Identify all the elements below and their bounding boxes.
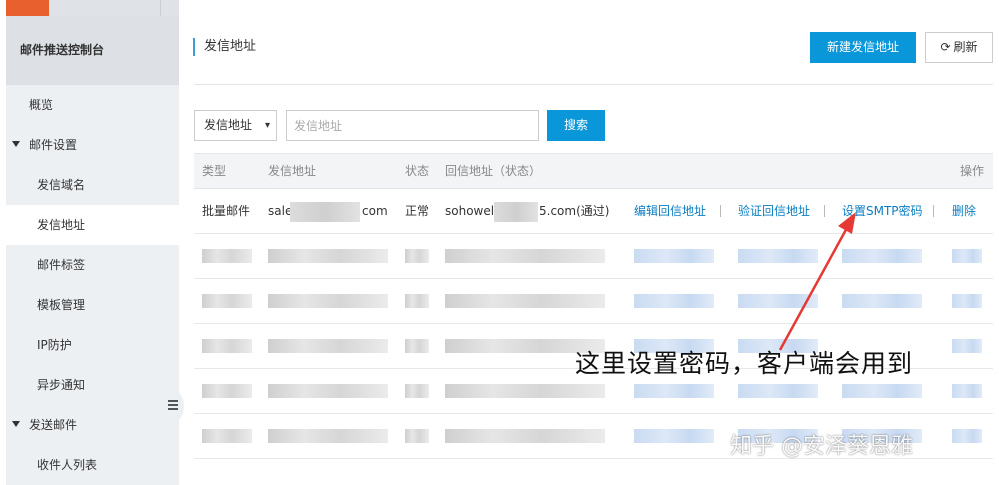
table-header: 类型 发信地址 状态 回信地址（状态） 操作 <box>194 153 993 189</box>
sidebar-item-sender-addresses[interactable]: 发信地址 <box>6 205 179 245</box>
cell-address-suffix: com <box>362 204 388 218</box>
sidebar-item-label: 收件人列表 <box>37 458 98 472</box>
sidebar-item-ip-protection[interactable]: IP防护 <box>6 325 179 365</box>
sidebar-topbar <box>6 0 179 16</box>
sidebar-section-mail-settings[interactable]: 邮件设置 <box>6 125 179 165</box>
sidebar-item-label: 发信地址 <box>37 218 86 232</box>
redacted-reply-mask <box>494 202 538 222</box>
cell-address-prefix: sale <box>268 204 293 218</box>
column-header-status: 状态 <box>405 164 430 178</box>
sidebar: 邮件推送控制台 概览 邮件设置 发信域名 发信地址 邮件标签 模板管理 IP防护… <box>6 0 179 485</box>
sidebar-item-label: IP防护 <box>37 338 72 352</box>
table-row-blurred <box>194 279 993 324</box>
topbar-divider <box>160 0 161 16</box>
sidebar-item-overview[interactable]: 概览 <box>6 85 179 125</box>
refresh-label: 刷新 <box>953 40 978 54</box>
action-separator <box>720 205 721 217</box>
sidebar-item-templates[interactable]: 模板管理 <box>6 285 179 325</box>
sidebar-item-recipient-lists[interactable]: 收件人列表 <box>6 445 179 485</box>
redacted-address-mask <box>290 202 360 222</box>
cell-type: 批量邮件 <box>202 204 251 218</box>
chevron-down-icon: ▾ <box>264 120 270 131</box>
sidebar-section-send-mail[interactable]: 发送邮件 <box>6 405 179 445</box>
sidebar-item-label: 概览 <box>29 98 54 112</box>
action-separator <box>824 205 825 217</box>
filter-select-value: 发信地址 <box>204 118 253 132</box>
sidebar-item-label: 邮件标签 <box>37 258 86 272</box>
filter-field-select[interactable]: 发信地址 ▾ <box>194 110 277 141</box>
sidebar-item-sending-domains[interactable]: 发信域名 <box>6 165 179 205</box>
table-row-blurred <box>194 234 993 279</box>
top-accent-tab[interactable] <box>6 0 49 16</box>
watermark: 知乎 @安泽葵恩雅 <box>730 434 913 459</box>
verify-reply-address-link[interactable]: 验证回信地址 <box>738 189 810 234</box>
set-smtp-password-link[interactable]: 设置SMTP密码 <box>842 189 923 234</box>
refresh-button[interactable]: ⟳ 刷新 <box>925 32 993 63</box>
console-title: 邮件推送控制台 <box>6 16 179 85</box>
column-header-type: 类型 <box>202 164 227 178</box>
sidebar-item-label: 异步通知 <box>37 378 86 392</box>
action-separator <box>933 205 934 217</box>
search-button[interactable]: 搜索 <box>547 110 605 141</box>
annotation-text: 这里设置密码，客户端会用到 <box>575 349 914 378</box>
column-header-address: 发信地址 <box>268 164 317 178</box>
caret-down-icon <box>12 141 20 147</box>
sidebar-item-async-notify[interactable]: 异步通知 <box>6 365 179 405</box>
sidebar-item-mail-tags[interactable]: 邮件标签 <box>6 245 179 285</box>
sidebar-collapse-toggle[interactable] <box>162 384 184 428</box>
cell-reply-prefix: sohowel <box>445 204 495 218</box>
cell-status: 正常 <box>405 204 430 218</box>
delete-link[interactable]: 删除 <box>952 189 976 234</box>
menu-icon <box>168 400 178 410</box>
page-title: 发信地址 <box>193 38 256 56</box>
column-header-actions: 操作 <box>960 164 985 178</box>
sidebar-item-label: 发送邮件 <box>29 418 78 432</box>
column-header-reply: 回信地址（状态） <box>445 164 542 178</box>
header-divider <box>194 84 993 85</box>
edit-reply-address-link[interactable]: 编辑回信地址 <box>634 189 706 234</box>
refresh-icon: ⟳ <box>940 40 951 54</box>
cell-reply-suffix: 5.com(通过) <box>539 204 610 218</box>
sidebar-item-label: 模板管理 <box>37 298 86 312</box>
caret-down-icon <box>12 421 20 427</box>
table-row: 批量邮件 sale com 正常 sohowel 5.com(通过) 编辑回信地… <box>194 189 993 234</box>
sidebar-item-label: 邮件设置 <box>29 138 78 152</box>
new-sender-address-button[interactable]: 新建发信地址 <box>810 32 916 63</box>
sidebar-item-label: 发信域名 <box>37 178 86 192</box>
search-input[interactable] <box>286 110 539 141</box>
